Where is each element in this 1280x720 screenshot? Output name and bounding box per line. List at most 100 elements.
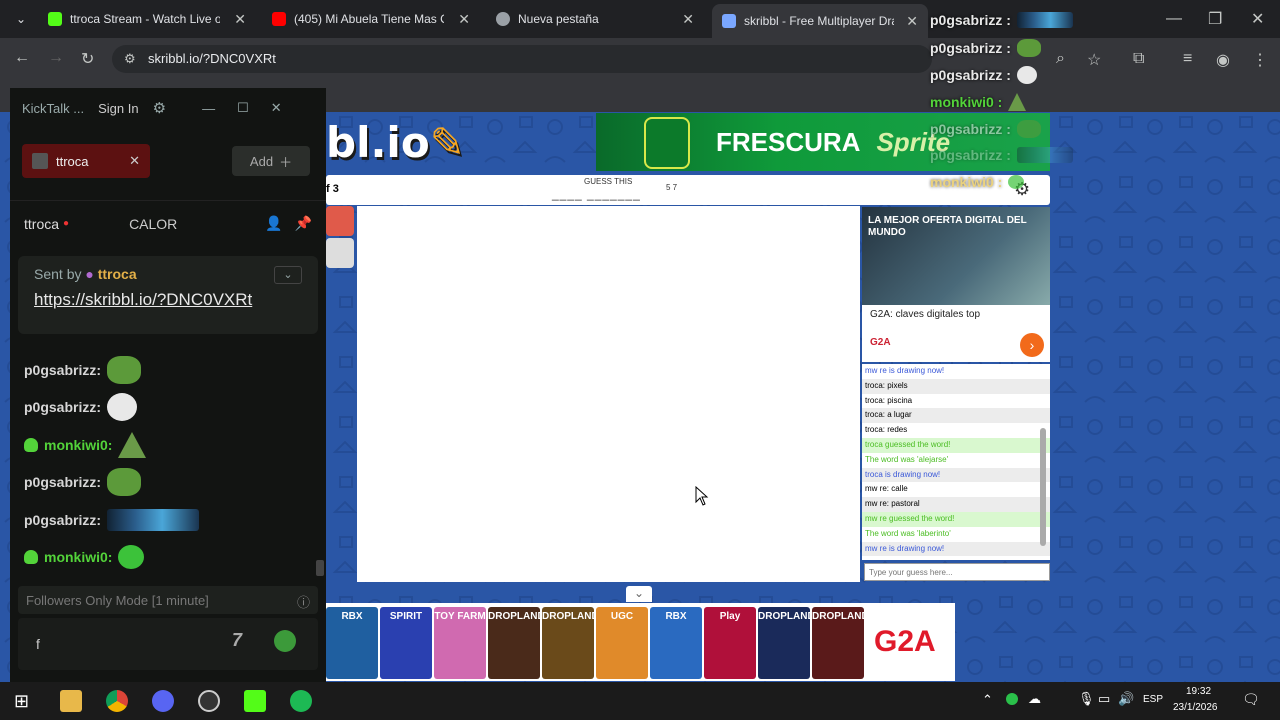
menu-icon[interactable]: ⋮: [1252, 50, 1268, 70]
kicktalk-title: KickTalk ...: [22, 100, 85, 116]
ad-tile[interactable]: DROPLAND: [542, 607, 599, 679]
site-info-icon[interactable]: ⚙: [124, 45, 136, 73]
chevron-down-icon[interactable]: ⌄: [626, 586, 652, 602]
drawing-canvas[interactable]: [357, 206, 860, 582]
chevron-up-icon[interactable]: ⌃: [982, 692, 993, 708]
close-icon[interactable]: ✕: [682, 11, 694, 28]
hint-count: 5 7: [666, 183, 678, 192]
bottom-ad-banner[interactable]: RBX SPIRIT TOY FARM DROPLAND DROPLAND UG…: [326, 603, 955, 681]
obs-icon[interactable]: [198, 690, 220, 712]
chat-line: troca guessed the word!: [862, 437, 1050, 453]
blob-emote-icon: [1008, 175, 1025, 189]
close-icon[interactable]: ✕: [271, 100, 282, 116]
ad-tile[interactable]: SPIRIT: [380, 607, 432, 679]
close-window-icon[interactable]: ✕: [1251, 9, 1264, 29]
settings-gear-icon[interactable]: ⚙: [153, 99, 166, 117]
address-bar[interactable]: ⚙ skribbl.io/?DNC0VXRt: [112, 45, 932, 73]
kick-icon[interactable]: [244, 690, 266, 712]
maximize-icon[interactable]: ☐: [237, 100, 249, 116]
forward-icon[interactable]: →: [48, 49, 64, 67]
7tv-emote-icon[interactable]: 7: [232, 630, 242, 651]
mic-icon: ●: [85, 266, 94, 282]
discord-icon[interactable]: [152, 690, 174, 712]
tab-list-button[interactable]: ⌄: [6, 6, 32, 32]
ad-tile[interactable]: Play: [704, 607, 756, 679]
guess-input[interactable]: [864, 563, 1050, 581]
chat-input[interactable]: f 7: [18, 618, 318, 670]
tab-skribbl[interactable]: skribbl - Free Multiplayer Drawing ✕: [712, 4, 928, 38]
minimize-icon[interactable]: —: [202, 101, 215, 116]
bookmark-star-icon[interactable]: ☆: [1087, 50, 1101, 70]
username: p0gsabrizz:: [24, 474, 102, 490]
windows-start-icon[interactable]: ⊞: [14, 691, 29, 712]
volume-icon[interactable]: 🔊: [1118, 691, 1134, 707]
maximize-icon[interactable]: ❐: [1208, 9, 1222, 29]
close-icon[interactable]: ✕: [458, 11, 470, 28]
overlay-message: p0gsabrizz :: [930, 147, 1073, 163]
chat-scrollbar[interactable]: [1040, 428, 1046, 546]
close-icon[interactable]: ✕: [906, 13, 918, 30]
tab-youtube[interactable]: (405) Mi Abuela Tiene Mas Calle ✕: [262, 6, 480, 32]
kick-emote-icon[interactable]: [274, 630, 296, 652]
chrome-icon[interactable]: [106, 690, 128, 712]
extensions-icon[interactable]: ⧉: [1133, 50, 1144, 68]
back-icon[interactable]: ←: [14, 49, 30, 67]
ad-tile[interactable]: RBX: [650, 607, 702, 679]
chat-scrollbar[interactable]: [316, 560, 324, 576]
car-emote-icon: [107, 509, 200, 531]
minimize-icon[interactable]: —: [1166, 10, 1182, 28]
close-icon[interactable]: ✕: [129, 153, 140, 169]
bot-badge-icon: [24, 438, 38, 452]
pepe-emote-icon: [107, 468, 142, 496]
chat-message: p0gsabrizz:: [24, 466, 142, 498]
clock-date[interactable]: 23/1/2026: [1173, 702, 1218, 713]
info-icon[interactable]: ⓘ: [297, 592, 310, 611]
microphone-icon[interactable]: 🎙: [1078, 691, 1095, 707]
chat-header: ttroca ● CALOR 👤 📌: [10, 200, 326, 246]
tab-title: skribbl - Free Multiplayer Drawing: [744, 14, 894, 28]
close-icon[interactable]: ✕: [234, 11, 246, 28]
pin-icon[interactable]: 📌: [295, 215, 312, 232]
sign-in-button[interactable]: Sign In: [98, 101, 138, 116]
chevron-right-icon[interactable]: ›: [1020, 333, 1044, 357]
profile-icon[interactable]: ◉: [1216, 50, 1230, 70]
reload-icon[interactable]: ↻: [81, 49, 94, 69]
zoom-icon[interactable]: ⌕: [1056, 50, 1065, 68]
language-indicator[interactable]: ESP: [1143, 694, 1163, 705]
username: p0gsabrizz:: [24, 512, 102, 528]
network-icon[interactable]: ▭: [1098, 691, 1110, 707]
notifications-icon[interactable]: 🗨: [1242, 691, 1260, 708]
ad-text: FRESCURA: [716, 126, 861, 157]
tab-kick[interactable]: ttroca Stream - Watch Live on Kick ✕: [38, 6, 256, 32]
cloud-icon[interactable]: ☁: [1028, 691, 1041, 707]
ad-tile[interactable]: DROPLAND: [758, 607, 815, 679]
chat-line: The word was 'laberinto': [865, 528, 951, 538]
plus-icon: ＋: [279, 154, 293, 170]
channel-tab[interactable]: ttroca ✕: [22, 144, 150, 178]
youtube-icon: [272, 12, 286, 26]
file-explorer-icon[interactable]: [60, 690, 82, 712]
player-avatar[interactable]: [326, 238, 354, 268]
tray-app-icon[interactable]: [1006, 693, 1018, 705]
spotify-icon[interactable]: [290, 690, 312, 712]
ad-tile[interactable]: DROPLAND: [812, 607, 869, 679]
overlay-message: p0gsabrizz :: [930, 39, 1041, 57]
player-avatar[interactable]: [326, 206, 354, 236]
tab-title: (405) Mi Abuela Tiene Mas Calle: [294, 12, 444, 26]
ad-tile[interactable]: TOY FARM: [434, 607, 486, 679]
ad-tile[interactable]: UGC: [596, 607, 648, 679]
player-avatars: [326, 206, 354, 268]
g2a-ad[interactable]: LA MEJOR OFERTA DIGITAL DEL MUNDO G2A: c…: [862, 207, 1050, 362]
ad-tile[interactable]: DROPLAND: [488, 607, 545, 679]
ad-tile[interactable]: RBX: [326, 607, 378, 679]
clock-time[interactable]: 19:32: [1186, 686, 1211, 697]
tab-new[interactable]: Nueva pestaña ✕: [486, 6, 704, 32]
chevron-down-icon[interactable]: ⌄: [274, 266, 302, 284]
triangle-emote-icon: [1008, 93, 1027, 111]
add-channel-button[interactable]: Add ＋: [232, 146, 310, 176]
user-icon[interactable]: 👤: [265, 215, 282, 232]
pinned-link[interactable]: https://skribbl.io/?DNC0VXRt: [34, 290, 302, 310]
overlay-username: monkiwi0 :: [930, 94, 1003, 110]
overlay-message: monkiwi0 :: [930, 93, 1027, 111]
media-icon[interactable]: ≡: [1183, 50, 1192, 68]
